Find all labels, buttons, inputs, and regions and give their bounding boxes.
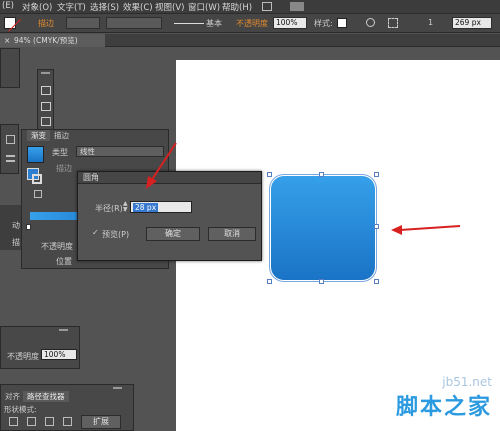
arrow-to-shape bbox=[391, 225, 461, 235]
annotation-layer bbox=[146, 142, 461, 235]
watermark-brand: 脚本之家 bbox=[395, 395, 492, 420]
watermark: jb51.net 脚本之家 bbox=[396, 375, 492, 421]
arrow-to-radius-input bbox=[146, 142, 177, 189]
watermark-site: jb51.net bbox=[442, 375, 492, 389]
